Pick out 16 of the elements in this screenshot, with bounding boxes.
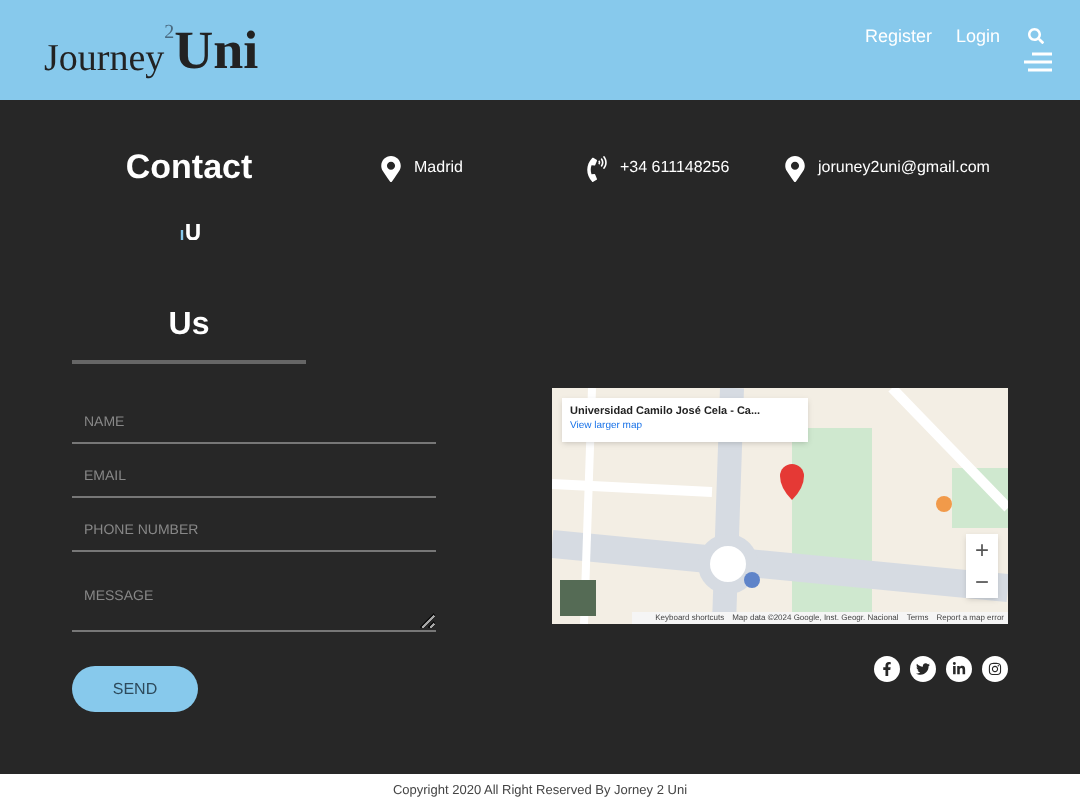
- linkedin-icon[interactable]: [946, 656, 972, 682]
- location-pin-icon: [380, 155, 402, 181]
- section-title: Contact: [123, 146, 255, 191]
- zoom-out-button[interactable]: −: [966, 566, 998, 598]
- location-pin-icon: [784, 155, 806, 181]
- contact-text: joruney2uni@gmail.com: [818, 156, 990, 180]
- zoom-in-button[interactable]: +: [966, 534, 998, 566]
- section-title: Us: [72, 302, 306, 364]
- instagram-icon[interactable]: [982, 656, 1008, 682]
- twitter-icon[interactable]: [910, 656, 936, 682]
- logo-icon: [179, 224, 199, 240]
- facebook-icon[interactable]: [874, 656, 900, 682]
- phone-icon: [586, 155, 608, 181]
- contact-text: +34 611148256: [620, 156, 730, 180]
- send-button[interactable]: SEND: [72, 666, 198, 712]
- contact-text: Madrid: [414, 156, 463, 180]
